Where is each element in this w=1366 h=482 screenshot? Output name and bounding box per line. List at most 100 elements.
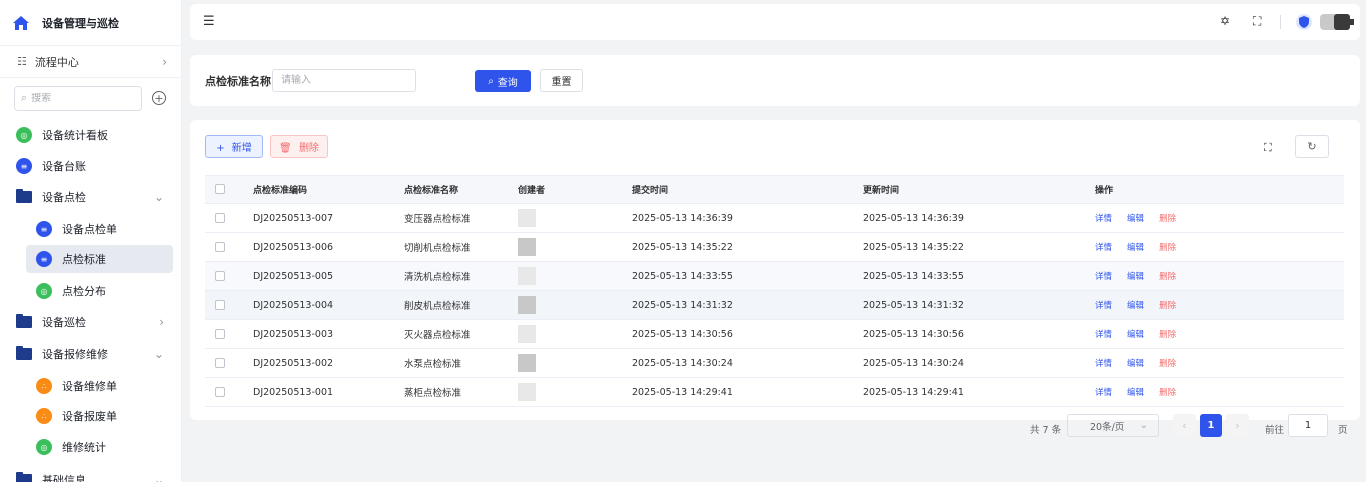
prev-page-button[interactable]: ‹	[1173, 414, 1196, 437]
select-all-checkbox[interactable]	[215, 184, 225, 195]
delete-link[interactable]: 删除	[1159, 359, 1176, 369]
detail-link[interactable]: 详情	[1095, 359, 1112, 369]
table-row[interactable]: DJ20250513-005 清洗机点检标准 2025-05-13 14:33:…	[205, 261, 1344, 291]
edit-link[interactable]: 编辑	[1127, 243, 1144, 253]
table-row[interactable]: DJ20250513-001 蒸柜点检标准 2025-05-13 14:29:4…	[205, 377, 1344, 407]
row-checkbox[interactable]	[215, 300, 225, 310]
sidebar-item-repair[interactable]: 设备报修维修 ⌄	[0, 340, 181, 368]
select-all-cell[interactable]	[205, 175, 243, 204]
sidebar-item-basic-info[interactable]: 基础信息 ⌄	[0, 466, 181, 482]
edit-link[interactable]: 编辑	[1127, 359, 1144, 369]
sidebar-item-repair-order[interactable]: ∴ 设备维修单	[0, 372, 181, 400]
creator-cell	[508, 232, 622, 262]
sidebar-item-inspection-order[interactable]: ≡ 设备点检单	[0, 215, 181, 243]
actions-cell: 详情 编辑 删除	[1085, 261, 1344, 291]
sidebar-item-label: 设备维修单	[62, 380, 117, 393]
refresh-button[interactable]: ↻	[1295, 135, 1329, 158]
row-checkbox[interactable]	[215, 358, 225, 368]
edit-link[interactable]: 编辑	[1127, 214, 1144, 224]
plus-icon: +	[216, 143, 225, 154]
sidebar-item-inspection-standard[interactable]: ≡ 点检标准	[26, 245, 173, 273]
row-checkbox[interactable]	[215, 213, 225, 223]
delete-link[interactable]: 删除	[1159, 330, 1176, 340]
delete-button[interactable]: 🗑︎ 删除	[270, 135, 328, 158]
actions-cell: 详情 编辑 删除	[1085, 348, 1344, 378]
table-row[interactable]: DJ20250513-007 变压器点检标准 2025-05-13 14:36:…	[205, 203, 1344, 233]
folder-icon	[16, 189, 32, 203]
delete-link[interactable]: 删除	[1159, 301, 1176, 311]
created-cell: 2025-05-13 14:35:22	[622, 232, 853, 262]
actions-cell: 详情 编辑 删除	[1085, 232, 1344, 262]
detail-link[interactable]: 详情	[1095, 330, 1112, 340]
sidebar-item-label: 点检标准	[62, 253, 106, 266]
standard-name-input[interactable]	[272, 69, 416, 92]
edit-link[interactable]: 编辑	[1127, 330, 1144, 340]
row-checkbox[interactable]	[215, 387, 225, 397]
sidebar-item-inspection-distribution[interactable]: ◎ 点检分布	[0, 277, 181, 305]
sidebar-item-repair-stats[interactable]: ◎ 维修统计	[0, 433, 181, 461]
sidebar-item-label: 点检分布	[62, 285, 106, 298]
query-button[interactable]: ⌕ 查询	[475, 70, 531, 92]
sidebar-item-ledger[interactable]: ≡ 设备台账	[0, 152, 181, 180]
name-cell: 变压器点检标准	[394, 203, 508, 233]
created-cell: 2025-05-13 14:36:39	[622, 203, 853, 233]
column-header: 操作	[1085, 175, 1344, 204]
brand[interactable]: 设备管理与巡检	[0, 0, 181, 46]
created-cell: 2025-05-13 14:31:32	[622, 290, 853, 320]
document-icon: ≡	[16, 158, 32, 174]
delete-link[interactable]: 删除	[1159, 388, 1176, 398]
table-row[interactable]: DJ20250513-004 削皮机点检标准 2025-05-13 14:31:…	[205, 290, 1344, 320]
avatar[interactable]	[1318, 13, 1356, 31]
column-header: 更新时间	[853, 175, 1085, 204]
edit-link[interactable]: 编辑	[1127, 301, 1144, 311]
sidebar-item-dashboard[interactable]: ◎ 设备统计看板	[0, 121, 181, 149]
detail-link[interactable]: 详情	[1095, 388, 1112, 398]
row-checkbox[interactable]	[215, 271, 225, 281]
add-circle-icon[interactable]: +	[152, 91, 166, 105]
delete-link[interactable]: 删除	[1159, 272, 1176, 282]
sidebar-item-label: 设备巡检	[42, 316, 86, 329]
updated-cell: 2025-05-13 14:30:56	[853, 319, 1085, 349]
add-button[interactable]: + 新增	[205, 135, 263, 158]
distribution-icon: ◎	[36, 283, 52, 299]
creator-cell	[508, 319, 622, 349]
next-page-button[interactable]: ›	[1226, 414, 1249, 437]
edit-link[interactable]: 编辑	[1127, 388, 1144, 398]
sidebar-item-scrap-order[interactable]: ∴ 设备报废单	[0, 402, 181, 430]
goto-page-input[interactable]	[1288, 414, 1328, 437]
repair-icon: ∴	[36, 378, 52, 394]
flow-center-item[interactable]: ☷ 流程中心 ›	[0, 46, 181, 78]
updated-cell: 2025-05-13 14:36:39	[853, 203, 1085, 233]
table-row[interactable]: DJ20250513-006 切削机点检标准 2025-05-13 14:35:…	[205, 232, 1344, 262]
redacted-creator	[518, 209, 536, 227]
detail-link[interactable]: 详情	[1095, 272, 1112, 282]
detail-link[interactable]: 详情	[1095, 301, 1112, 311]
table-fullscreen-icon[interactable]: ⛶	[1264, 141, 1272, 155]
search-panel: 点检标准名称 ⌕ 查询 重置	[190, 55, 1360, 106]
redacted-creator	[518, 296, 536, 314]
sidebar-item-inspection[interactable]: 设备点检 ⌄	[0, 183, 181, 211]
sidebar-item-patrol[interactable]: 设备巡检 ›	[0, 308, 181, 336]
current-page-button[interactable]: 1	[1200, 414, 1222, 437]
updated-cell: 2025-05-13 14:31:32	[853, 290, 1085, 320]
pin-icon[interactable]: ✡	[1220, 14, 1230, 28]
reset-button[interactable]: 重置	[540, 69, 583, 92]
delete-link[interactable]: 删除	[1159, 243, 1176, 253]
sidebar-search-input[interactable]	[31, 92, 122, 104]
row-checkbox[interactable]	[215, 242, 225, 252]
row-checkbox[interactable]	[215, 329, 225, 339]
sidebar-item-label: 设备统计看板	[42, 129, 108, 142]
delete-link[interactable]: 删除	[1159, 214, 1176, 224]
detail-link[interactable]: 详情	[1095, 214, 1112, 224]
edit-link[interactable]: 编辑	[1127, 272, 1144, 282]
pagination-total: 共 7 条	[1030, 425, 1062, 436]
page-size-select[interactable]: 20条/页 ⌄	[1067, 414, 1159, 437]
shield-icon[interactable]	[1296, 13, 1312, 31]
collapse-menu-icon[interactable]: ☰	[203, 14, 215, 29]
fullscreen-icon[interactable]: ⛶	[1253, 14, 1261, 29]
table-row[interactable]: DJ20250513-003 灭火器点检标准 2025-05-13 14:30:…	[205, 319, 1344, 349]
detail-link[interactable]: 详情	[1095, 243, 1112, 253]
creator-cell	[508, 377, 622, 407]
table-row[interactable]: DJ20250513-002 水泵点检标准 2025-05-13 14:30:2…	[205, 348, 1344, 378]
creator-cell	[508, 290, 622, 320]
